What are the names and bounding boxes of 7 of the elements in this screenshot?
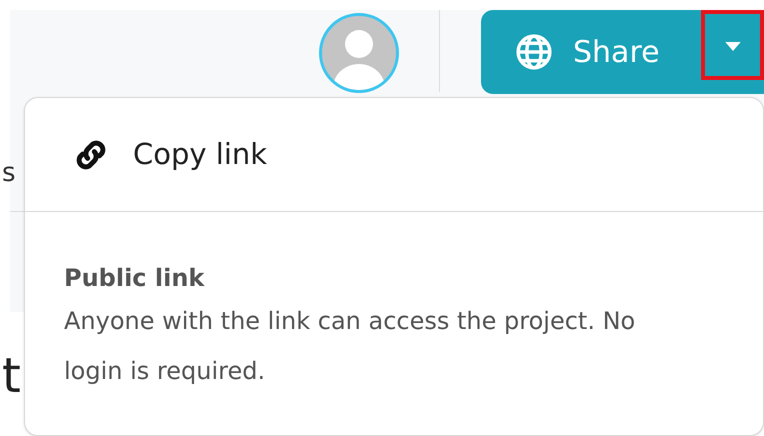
- public-link-title: Public link: [64, 263, 206, 294]
- text-fragment: s: [2, 160, 16, 186]
- caret-icon: [724, 42, 740, 51]
- text-fragment: t: [2, 352, 21, 400]
- globe-icon: [515, 33, 553, 71]
- public-link-description: Anyone with the link can access the project. No login is required.: [64, 306, 636, 387]
- copy-link-item[interactable]: Copy link: [25, 98, 763, 212]
